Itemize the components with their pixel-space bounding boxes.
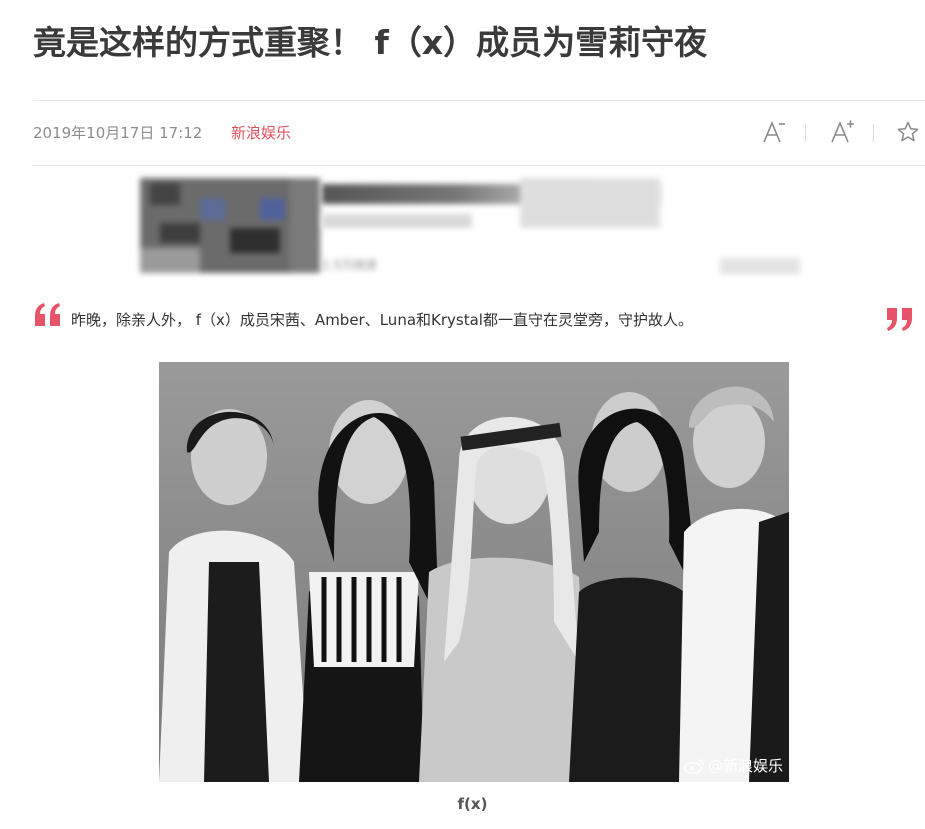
article-photo[interactable]: @新浪娱乐 — [159, 362, 789, 782]
card-thumbnail — [140, 178, 320, 273]
open-quote-icon — [33, 302, 63, 332]
photo-watermark-text: @新浪娱乐 — [707, 757, 783, 775]
card-read-count: 1.5万阅读 — [322, 258, 378, 272]
close-quote-icon — [884, 306, 914, 336]
article-title: 竟是这样的方式重聚！ f（x）成员为雪莉守夜 — [33, 23, 708, 62]
card-tag-blur — [720, 258, 800, 274]
group-photo — [159, 362, 789, 782]
increase-font-button[interactable] — [828, 115, 856, 149]
star-icon — [897, 121, 919, 142]
lead-quote-text: 昨晚，除亲人外， f（x）成员宋茜、Amber、Luna和Krystal都一直守… — [71, 311, 693, 329]
font-increase-icon — [831, 120, 854, 143]
photo-watermark: @新浪娱乐 — [684, 755, 783, 776]
card-subtitle-blur — [322, 214, 472, 228]
photo-caption: f(x) — [457, 795, 488, 813]
title-divider — [33, 100, 925, 101]
font-decrease-icon — [763, 120, 785, 143]
favorite-button[interactable] — [894, 115, 922, 149]
meta-divider — [33, 165, 925, 166]
decrease-font-button[interactable] — [760, 115, 788, 149]
card-blur-block — [520, 178, 660, 228]
toolbar-separator — [873, 124, 874, 142]
source-link[interactable]: 新浪娱乐 — [231, 122, 291, 143]
toolbar-separator — [805, 124, 806, 142]
weibo-logo-icon — [684, 758, 704, 774]
publish-date: 2019年10月17日 17:12 — [33, 124, 203, 142]
